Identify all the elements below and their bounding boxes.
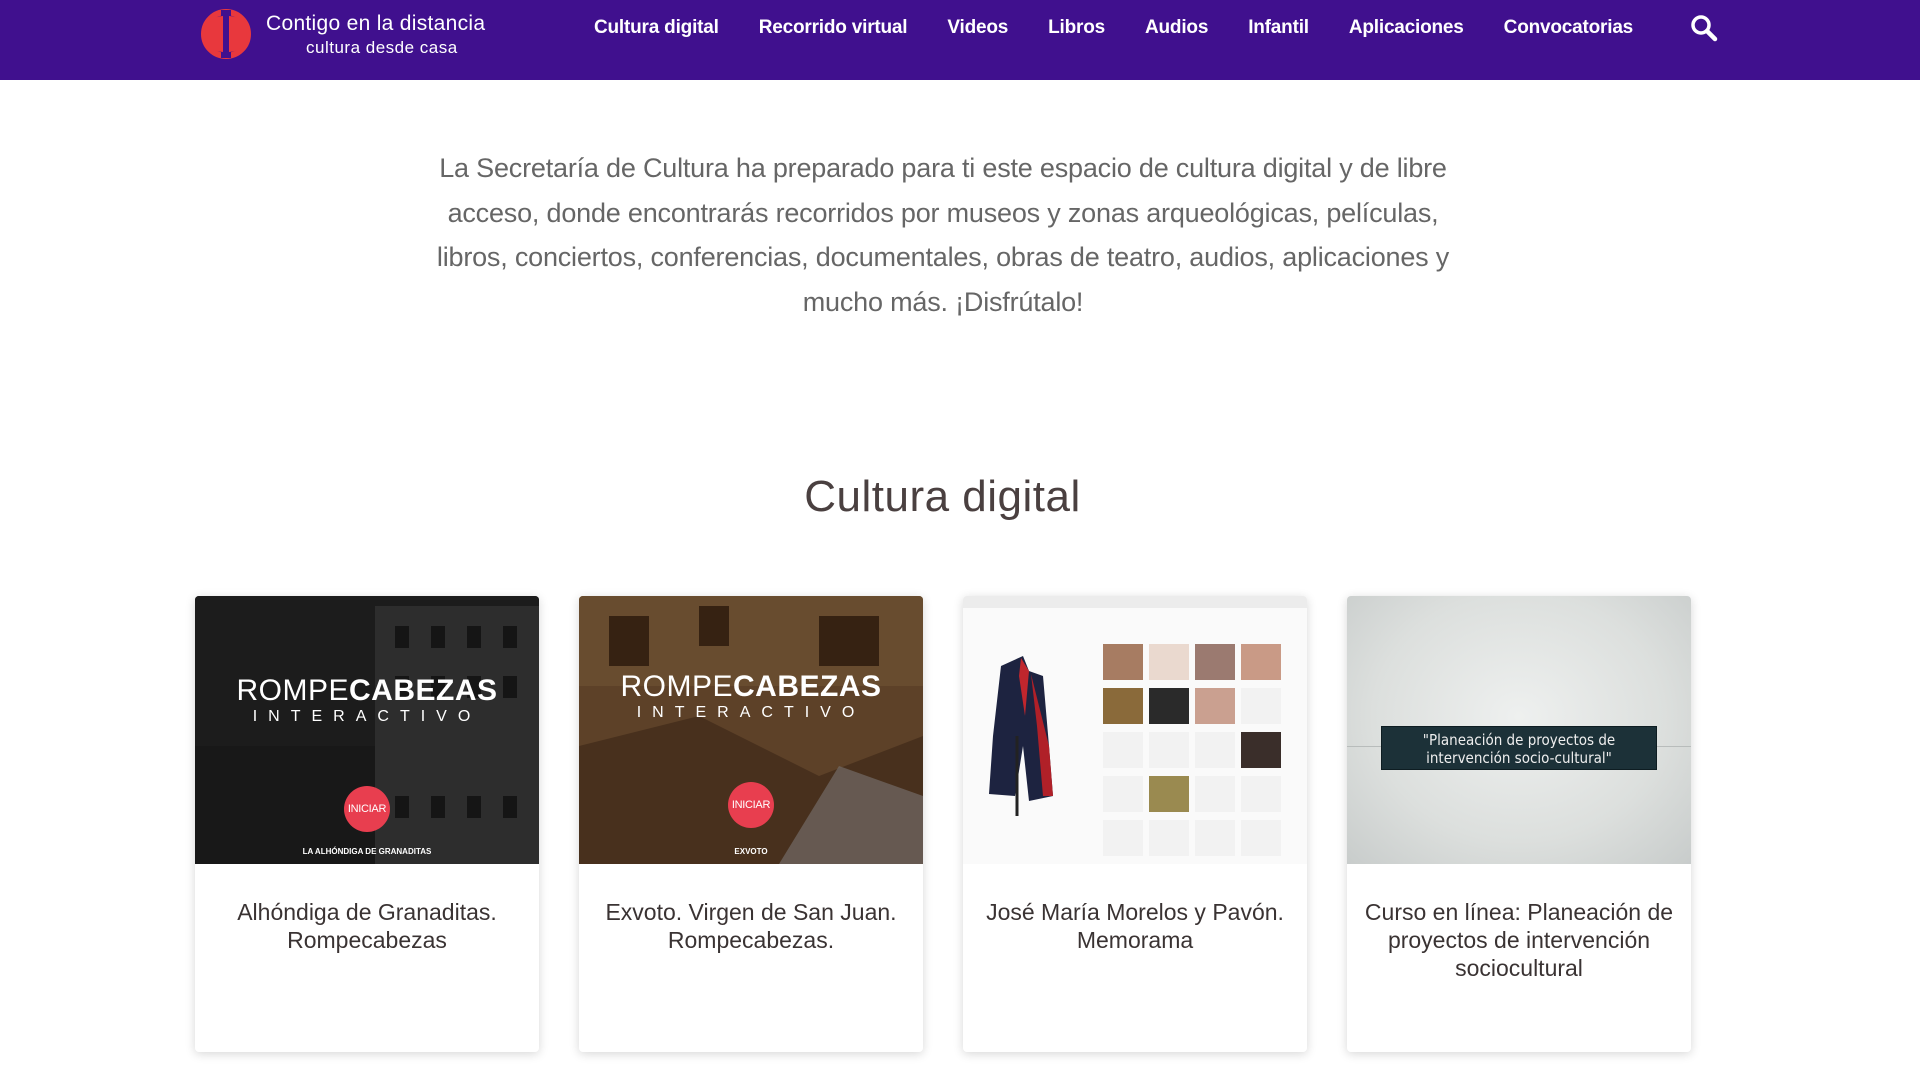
nav-item-recorrido-virtual[interactable]: Recorrido virtual bbox=[759, 17, 908, 39]
card-thumbnail: "Planeación de proyectos de intervención… bbox=[1347, 596, 1691, 864]
card-alhondiga[interactable]: ROMPECABEZAS INTERACTIVO INICIAR LA ALHÓ… bbox=[195, 596, 539, 1052]
card-thumbnail: ROMPECABEZAS INTERACTIVO INICIAR LA ALHÓ… bbox=[195, 596, 539, 864]
card-title: Curso en línea: Planeación de proyectos … bbox=[1364, 899, 1674, 981]
section-title: Cultura digital bbox=[804, 472, 1081, 521]
card-title: Exvoto. Virgen de San Juan. Rompecabezas… bbox=[605, 899, 897, 953]
search-icon[interactable] bbox=[1690, 14, 1718, 42]
card-exvoto[interactable]: ROMPECABEZAS INTERACTIVO INICIAR EXVOTO … bbox=[579, 596, 923, 1052]
card-thumbnail: ROMPECABEZAS INTERACTIVO INICIAR EXVOTO bbox=[579, 596, 923, 864]
puzzle-title: ROMPECABEZAS bbox=[620, 670, 882, 703]
brand-tagline: cultura desde casa bbox=[306, 37, 458, 57]
intro-paragraph: La Secretaría de Cultura ha preparado pa… bbox=[436, 153, 1450, 317]
card-title: Alhóndiga de Granaditas. Rompecabezas bbox=[237, 899, 497, 953]
logo-icon bbox=[201, 9, 251, 59]
memorama-image bbox=[963, 596, 1307, 864]
nav-item-cultura-digital[interactable]: Cultura digital bbox=[594, 17, 719, 39]
card-title: José María Morelos y Pavón. Memorama bbox=[986, 899, 1284, 953]
nav-item-aplicaciones[interactable]: Aplicaciones bbox=[1349, 17, 1464, 39]
card-thumbnail bbox=[963, 596, 1307, 864]
nav-item-audios[interactable]: Audios bbox=[1145, 17, 1208, 39]
site-logo-link[interactable]: Contigo en la distancia cultura desde ca… bbox=[200, 8, 485, 60]
iniciar-button[interactable]: INICIAR bbox=[728, 782, 774, 828]
nav-item-convocatorias[interactable]: Convocatorias bbox=[1504, 17, 1634, 39]
puzzle-subtitle: INTERACTIVO bbox=[636, 704, 866, 721]
nav-item-videos[interactable]: Videos bbox=[947, 17, 1008, 39]
card-curso-planeacion[interactable]: "Planeación de proyectos de intervención… bbox=[1347, 596, 1691, 1052]
brand-text: Contigo en la distancia cultura desde ca… bbox=[266, 13, 485, 56]
nav-item-infantil[interactable]: Infantil bbox=[1248, 17, 1309, 39]
brand-title: Contigo en la distancia bbox=[266, 11, 486, 35]
iniciar-button[interactable]: INICIAR bbox=[344, 786, 390, 832]
puzzle-title: ROMPECABEZAS bbox=[236, 674, 498, 707]
main-nav: Cultura digital Recorrido virtual Videos… bbox=[594, 0, 1633, 56]
puzzle-subtitle: INTERACTIVO bbox=[252, 708, 482, 725]
course-banner: "Planeación de proyectos de intervención… bbox=[1381, 726, 1657, 770]
nav-item-libros[interactable]: Libros bbox=[1048, 17, 1105, 39]
top-navbar: Contigo en la distancia cultura desde ca… bbox=[0, 0, 1920, 80]
card-morelos[interactable]: José María Morelos y Pavón. Memorama bbox=[963, 596, 1307, 1052]
puzzle-caption: EXVOTO bbox=[734, 847, 768, 856]
puzzle-caption: LA ALHÓNDIGA DE GRANADITAS bbox=[302, 847, 432, 856]
